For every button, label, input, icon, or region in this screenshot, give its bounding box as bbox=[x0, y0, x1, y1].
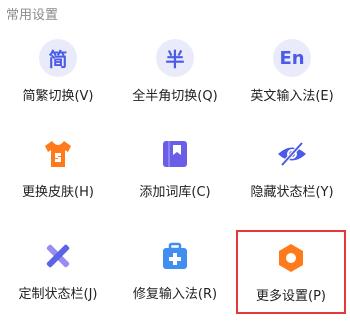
grid-item-english-input[interactable]: En 英文输入法(E) bbox=[234, 30, 350, 120]
grid-item-simplified-traditional[interactable]: 简 简繁切换(V) bbox=[0, 30, 116, 120]
item-label: 全半角切换(Q) bbox=[132, 89, 218, 104]
grid-item-repair-input[interactable]: 修复输入法(R) bbox=[117, 228, 233, 318]
grid-item-customize-status-bar[interactable]: 定制状态栏(J) bbox=[0, 228, 116, 318]
grid-item-more-settings[interactable]: 更多设置(P) bbox=[236, 230, 346, 314]
en-text-icon: En bbox=[272, 38, 312, 78]
book-icon bbox=[155, 134, 195, 174]
grid-item-add-dictionary[interactable]: 添加词库(C) bbox=[117, 126, 233, 216]
jian-text-icon: 简 bbox=[38, 38, 78, 78]
item-label: 修复输入法(R) bbox=[132, 287, 218, 302]
tools-icon bbox=[38, 236, 78, 276]
grid-item-hide-status-bar[interactable]: 隐藏状态栏(Y) bbox=[234, 126, 350, 216]
item-label: 简繁切换(V) bbox=[22, 89, 94, 104]
settings-hexagon-icon bbox=[271, 238, 311, 278]
item-label: 隐藏状态栏(Y) bbox=[250, 185, 334, 200]
item-label: 定制状态栏(J) bbox=[18, 287, 98, 302]
tshirt-icon bbox=[38, 134, 78, 174]
item-label: 英文输入法(E) bbox=[250, 89, 334, 104]
section-title: 常用设置 bbox=[6, 8, 59, 23]
item-label: 更换皮肤(H) bbox=[22, 185, 94, 200]
item-label: 更多设置(P) bbox=[256, 289, 326, 304]
grid-item-change-skin[interactable]: 更换皮肤(H) bbox=[0, 126, 116, 216]
grid-item-full-half-width[interactable]: 半 全半角切换(Q) bbox=[117, 30, 233, 120]
toolbox-plus-icon bbox=[155, 236, 195, 276]
item-label: 添加词库(C) bbox=[139, 185, 211, 200]
eye-hidden-icon bbox=[272, 134, 312, 174]
ban-text-icon: 半 bbox=[155, 38, 195, 78]
